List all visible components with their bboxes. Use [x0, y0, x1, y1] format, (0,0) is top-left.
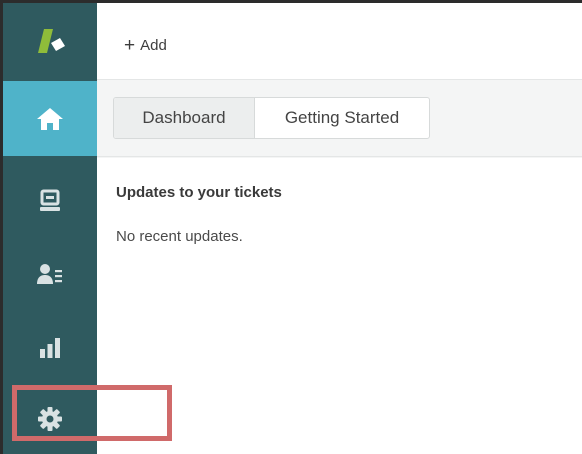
sidebar-item-reports[interactable] [3, 310, 97, 385]
top-bar: + Add [97, 3, 582, 80]
reports-icon [40, 337, 60, 358]
sidebar-item-home[interactable] [3, 81, 97, 156]
highlight-box [12, 385, 172, 441]
customers-icon [37, 263, 62, 284]
tab-dashboard[interactable]: Dashboard [114, 98, 255, 138]
add-button[interactable]: + Add [124, 33, 167, 57]
sidebar-item-tickets[interactable] [3, 163, 97, 238]
window-edge [0, 0, 582, 3]
tab-getting-started[interactable]: Getting Started [255, 98, 429, 138]
window-edge [0, 0, 3, 454]
plus-icon: + [124, 34, 136, 56]
add-button-label: Add [140, 36, 167, 54]
home-icon [37, 107, 63, 130]
dashboard-tabs-bar: Dashboard Getting Started [97, 81, 582, 157]
sidebar-logo[interactable] [3, 3, 97, 81]
zendesk-logo-icon [38, 29, 65, 53]
updates-heading: Updates to your tickets [116, 184, 282, 201]
tickets-icon [40, 189, 60, 211]
updates-empty-message: No recent updates. [116, 228, 243, 245]
sidebar-item-customers[interactable] [3, 236, 97, 311]
tab-group: Dashboard Getting Started [113, 97, 430, 139]
